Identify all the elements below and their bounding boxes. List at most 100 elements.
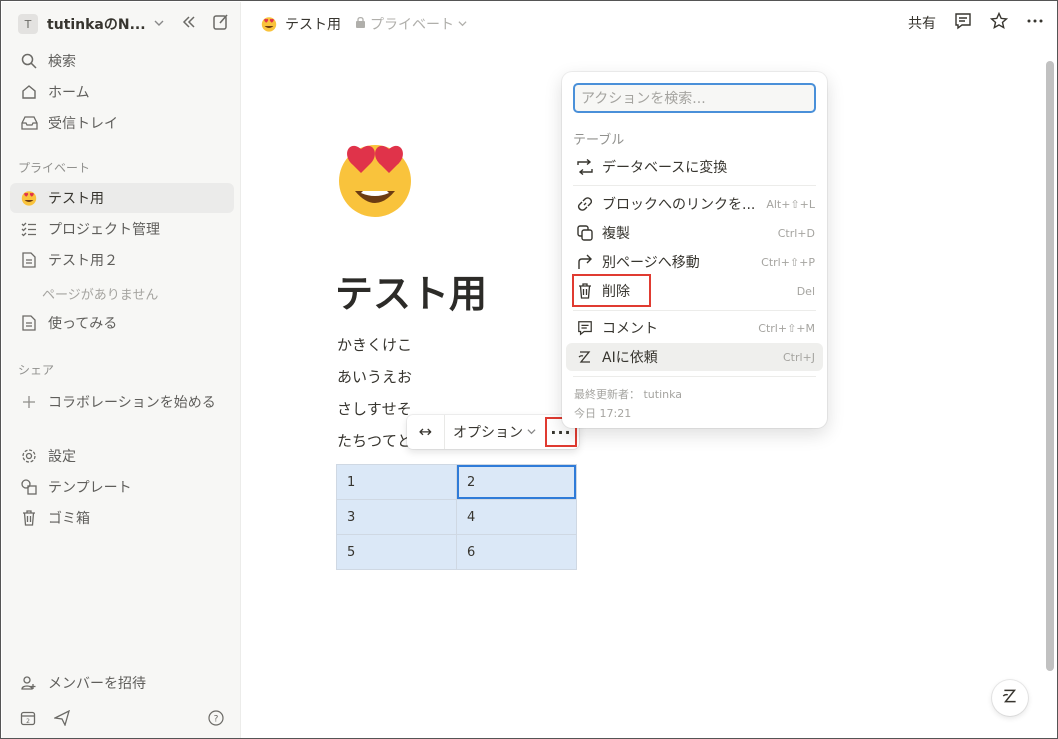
sidebar-item-label: ゴミ箱 — [48, 511, 90, 527]
table-cell[interactable]: 5 — [336, 534, 457, 570]
table-row: 1 2 — [336, 464, 577, 500]
sidebar-item-settings[interactable]: 設定 — [10, 441, 234, 471]
topbar: テスト用 プライベート 共有 — [241, 2, 1057, 44]
sidebar-item-test2[interactable]: テスト用２ — [10, 245, 234, 275]
menu-item-convert-database[interactable]: データベースに変換 — [566, 153, 823, 181]
chevron-down-icon — [154, 18, 164, 31]
delete-highlight-box — [572, 274, 651, 307]
star-icon[interactable] — [989, 11, 1009, 34]
menu-section-heading: テーブル — [573, 133, 625, 148]
breadcrumb-page-title: テスト用 — [285, 17, 341, 33]
sidebar-item-label: テスト用 — [48, 191, 104, 207]
menu-item-move-to[interactable]: 別ページへ移動 Ctrl+⇧+P — [566, 248, 823, 276]
text-block[interactable]: たちつてと — [337, 430, 412, 451]
table-cell-selected[interactable]: 2 — [456, 464, 577, 500]
invite-members-button[interactable]: メンバーを招待 — [10, 668, 234, 698]
table-cell[interactable]: 3 — [336, 499, 457, 535]
sidebar-item-try[interactable]: 使ってみる — [10, 308, 234, 338]
sidebar-item-home[interactable]: ホーム — [10, 77, 234, 107]
send-icon[interactable] — [52, 709, 71, 730]
table-toolbar: ↔ オプション ··· — [407, 415, 579, 449]
sidebar: T tutinkaのN... 検索 ホーム 受信トレイ プライベート テスト用 … — [2, 2, 241, 738]
sidebar-item-trash[interactable]: ゴミ箱 — [10, 503, 234, 533]
calendar-icon[interactable]: 2 — [20, 710, 36, 730]
menu-item-label: データベースに変換 — [602, 160, 728, 176]
sidebar-item-inbox[interactable]: 受信トレイ — [10, 108, 234, 138]
shortcut-hint: Del — [796, 284, 815, 298]
checklist-icon — [18, 221, 40, 237]
shortcut-hint: Ctrl+⇧+P — [761, 255, 815, 269]
help-icon[interactable]: ? — [208, 710, 224, 730]
divider — [573, 310, 816, 311]
trash-icon — [18, 510, 40, 526]
ai-face-icon — [574, 349, 596, 365]
shortcut-hint: Ctrl+⇧+M — [758, 321, 815, 335]
table-cell[interactable]: 6 — [456, 534, 577, 570]
menu-item-ask-ai[interactable]: AIに依頼 Ctrl+J — [566, 343, 823, 371]
menu-item-copy-link[interactable]: ブロックへのリンクを... Alt+⇧+L — [566, 190, 823, 218]
page-title[interactable]: テスト用 — [335, 263, 487, 318]
sidebar-item-label: 使ってみる — [48, 316, 118, 332]
sidebar-item-test-page[interactable]: テスト用 — [10, 183, 234, 213]
text-block[interactable]: かきくけこ — [337, 334, 412, 355]
resize-arrows-icon[interactable]: ↔ — [407, 415, 445, 449]
sidebar-item-label: 受信トレイ — [48, 116, 118, 132]
new-page-icon[interactable] — [212, 13, 230, 35]
shortcut-hint: Alt+⇧+L — [766, 197, 815, 211]
move-arrow-icon — [574, 254, 596, 270]
text-block[interactable]: あいうえお — [337, 366, 412, 387]
lock-icon — [355, 16, 366, 32]
start-collaboration-button[interactable]: コラボレーションを始める — [10, 387, 234, 417]
workspace-avatar: T — [18, 14, 38, 34]
page-emoji-icon[interactable] — [335, 139, 415, 219]
text-block[interactable]: さしすせそ — [337, 398, 412, 419]
sidebar-item-label: 設定 — [48, 449, 76, 465]
sidebar-item-label: 検索 — [48, 54, 76, 70]
ai-assistant-button[interactable] — [992, 680, 1028, 716]
collapse-sidebar-icon[interactable] — [180, 13, 198, 35]
sidebar-item-search[interactable]: 検索 — [10, 46, 234, 76]
comment-icon — [574, 320, 596, 336]
sidebar-item-project[interactable]: プロジェクト管理 — [10, 214, 234, 244]
inbox-icon — [18, 115, 40, 131]
sidebar-item-label: メンバーを招待 — [48, 676, 146, 692]
menu-item-duplicate[interactable]: 複製 Ctrl+D — [566, 219, 823, 247]
sidebar-item-templates[interactable]: テンプレート — [10, 472, 234, 502]
action-search-input[interactable]: アクションを検索... — [573, 83, 816, 113]
heart-eyes-emoji-icon — [261, 16, 277, 32]
sidebar-item-label: ホーム — [48, 85, 90, 101]
last-edited-time: 今日 17:21 — [574, 407, 632, 420]
gear-icon — [18, 448, 40, 464]
more-options-icon[interactable] — [1026, 12, 1044, 34]
scrollbar[interactable] — [1046, 61, 1054, 671]
workspace-name: tutinkaのN... — [47, 17, 146, 33]
options-dropdown[interactable]: オプション — [453, 422, 536, 442]
workspace-switcher[interactable]: T tutinkaのN... — [10, 10, 234, 38]
duplicate-icon — [574, 225, 596, 241]
page-icon — [18, 315, 40, 331]
menu-item-label: 別ページへ移動 — [602, 255, 700, 271]
share-button[interactable]: 共有 — [908, 13, 936, 33]
simple-table[interactable]: 1 2 3 4 5 6 — [336, 464, 577, 570]
breadcrumb[interactable]: テスト用 プライベート — [261, 14, 467, 34]
convert-icon — [574, 159, 596, 175]
comment-icon[interactable] — [954, 12, 972, 34]
visibility-dropdown[interactable]: プライベート — [355, 14, 467, 34]
sidebar-item-label: コラボレーションを始める — [48, 395, 216, 411]
menu-item-label: 複製 — [602, 226, 630, 242]
plus-icon — [18, 396, 40, 408]
shapes-icon — [18, 479, 40, 495]
menu-item-label: AIに依頼 — [602, 350, 658, 366]
table-row: 5 6 — [336, 534, 577, 570]
share-section-heading: シェア — [18, 363, 55, 377]
divider — [573, 376, 816, 377]
options-label: オプション — [453, 425, 523, 441]
no-pages-text: ページがありません — [42, 288, 159, 303]
table-cell[interactable]: 1 — [336, 464, 457, 500]
visibility-label: プライベート — [370, 17, 454, 33]
menu-item-comment[interactable]: コメント Ctrl+⇧+M — [566, 314, 823, 342]
search-icon — [18, 53, 40, 69]
table-cell[interactable]: 4 — [456, 499, 577, 535]
ai-face-icon — [1001, 687, 1019, 709]
menu-item-label: コメント — [602, 321, 658, 337]
